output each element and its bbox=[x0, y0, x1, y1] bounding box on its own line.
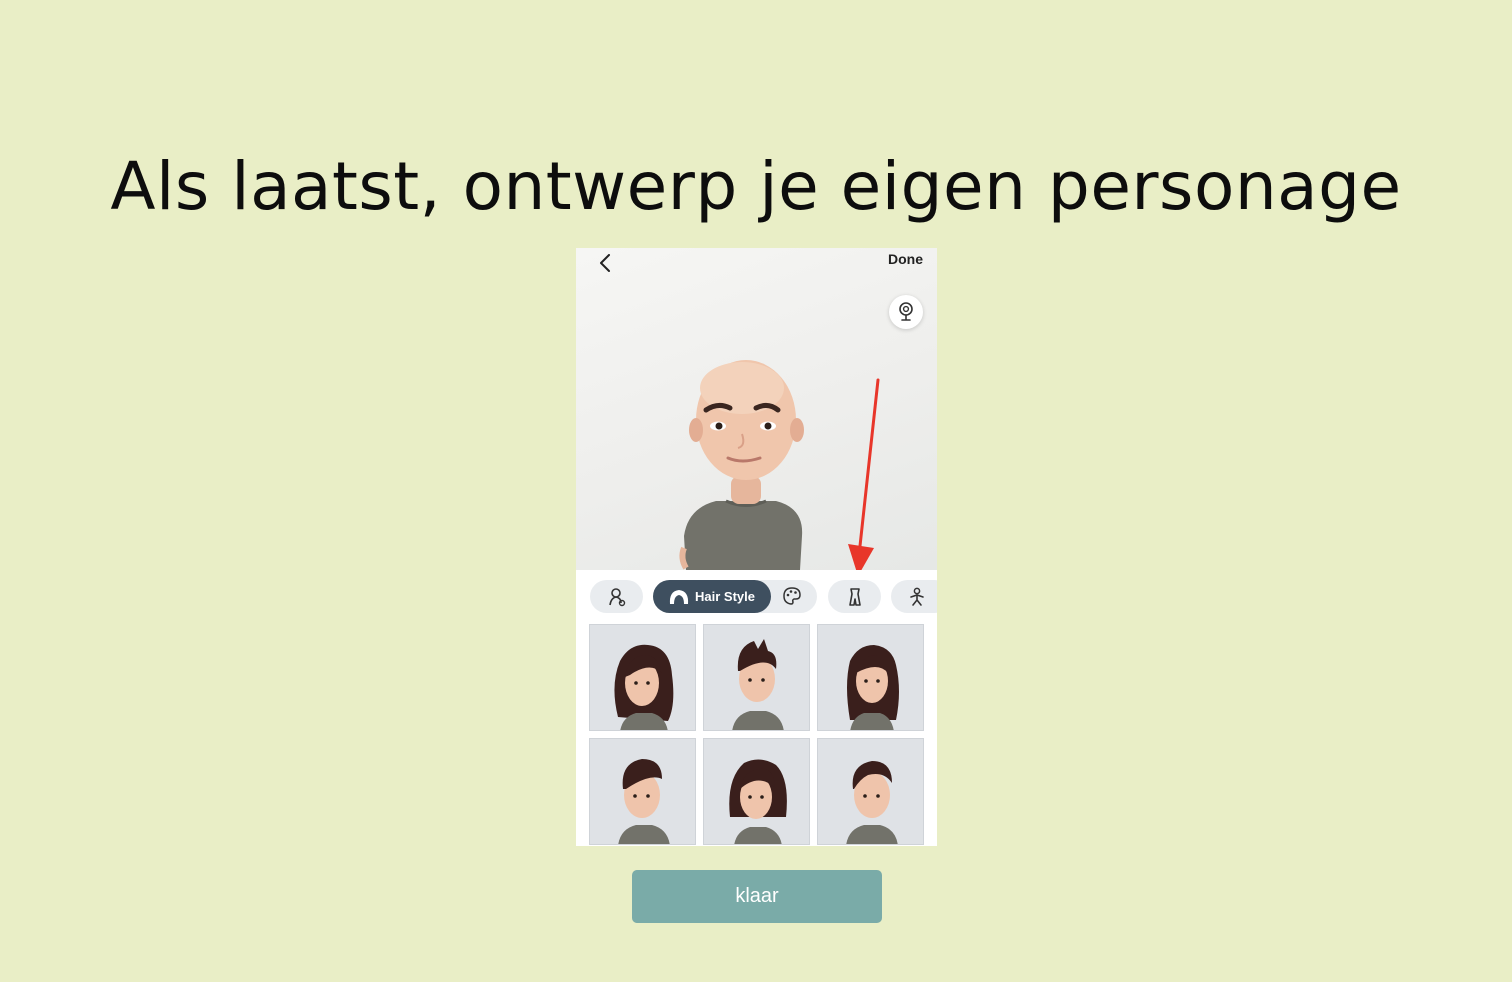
done-button[interactable]: Done bbox=[888, 251, 923, 267]
body-shape-icon bbox=[608, 587, 625, 606]
chevron-left-icon bbox=[600, 254, 610, 272]
category-tabs: Hair Style bbox=[576, 570, 937, 620]
annotation-arrow bbox=[848, 378, 880, 576]
mirror-icon bbox=[899, 302, 913, 321]
avatar-preview: Done bbox=[576, 248, 937, 576]
hair-option[interactable] bbox=[817, 738, 924, 845]
tab-hair-label: Hair Style bbox=[695, 589, 755, 604]
klaar-button[interactable]: klaar bbox=[632, 870, 882, 923]
hair-option[interactable] bbox=[589, 624, 696, 731]
mirror-button[interactable] bbox=[889, 295, 923, 329]
tab-color[interactable] bbox=[782, 586, 802, 611]
back-button[interactable] bbox=[590, 250, 620, 276]
hair-option[interactable] bbox=[703, 738, 810, 845]
hair-icon bbox=[669, 589, 689, 604]
hair-option[interactable] bbox=[703, 624, 810, 731]
tab-outfit[interactable] bbox=[828, 580, 881, 613]
avatar-figure bbox=[679, 360, 804, 570]
tab-pose[interactable] bbox=[891, 580, 937, 613]
palette-icon bbox=[783, 587, 801, 605]
hair-option[interactable] bbox=[589, 738, 696, 845]
hair-option[interactable] bbox=[817, 624, 924, 731]
tab-hair-group: Hair Style bbox=[653, 580, 817, 613]
page-title: Als laatst, ontwerp je eigen personage bbox=[110, 148, 1402, 225]
pose-icon bbox=[910, 587, 924, 606]
avatar-editor-screenshot: Done Hair Style bbox=[576, 248, 937, 846]
outfit-icon bbox=[848, 587, 861, 606]
tab-body[interactable] bbox=[590, 580, 643, 613]
hair-style-grid bbox=[589, 624, 929, 845]
tab-hair-style[interactable]: Hair Style bbox=[653, 580, 771, 613]
